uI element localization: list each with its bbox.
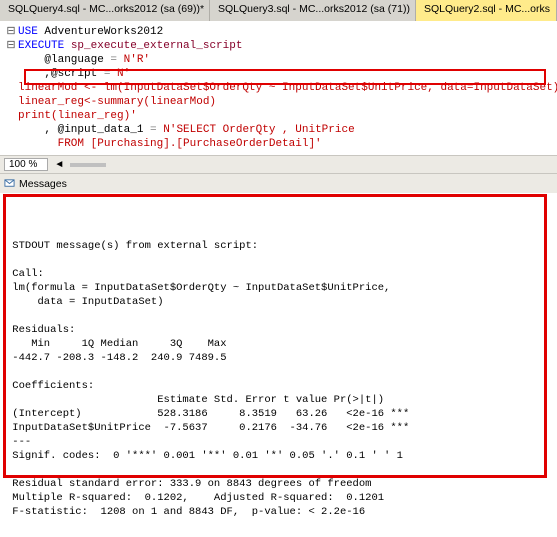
messages-tab[interactable]: Messages <box>0 173 557 193</box>
slider-left-icon[interactable]: ◄ <box>54 159 64 170</box>
fold-icon[interactable]: ⊟ <box>4 39 18 53</box>
zoom-slider[interactable] <box>70 163 106 167</box>
fold-icon[interactable]: ⊟ <box>4 25 18 39</box>
tab-query2[interactable]: SQLQuery2.sql - MC...orks <box>416 0 557 21</box>
tab-query4[interactable]: SQLQuery4.sql - MC...orks2012 (sa (69))* <box>0 0 210 21</box>
zoom-select[interactable]: 100 % <box>4 158 48 171</box>
messages-output[interactable]: STDOUT message(s) from external script: … <box>0 193 557 537</box>
messages-label: Messages <box>19 178 67 190</box>
editor-tab-bar: SQLQuery4.sql - MC...orks2012 (sa (69))*… <box>0 0 557 21</box>
sql-editor[interactable]: ⊟USE AdventureWorks2012 ⊟EXECUTE sp_exec… <box>0 21 557 155</box>
tab-query3[interactable]: SQLQuery3.sql - MC...orks2012 (sa (71)) <box>210 0 416 21</box>
zoom-bar: 100 % ◄ <box>0 155 557 173</box>
messages-icon <box>4 178 15 189</box>
